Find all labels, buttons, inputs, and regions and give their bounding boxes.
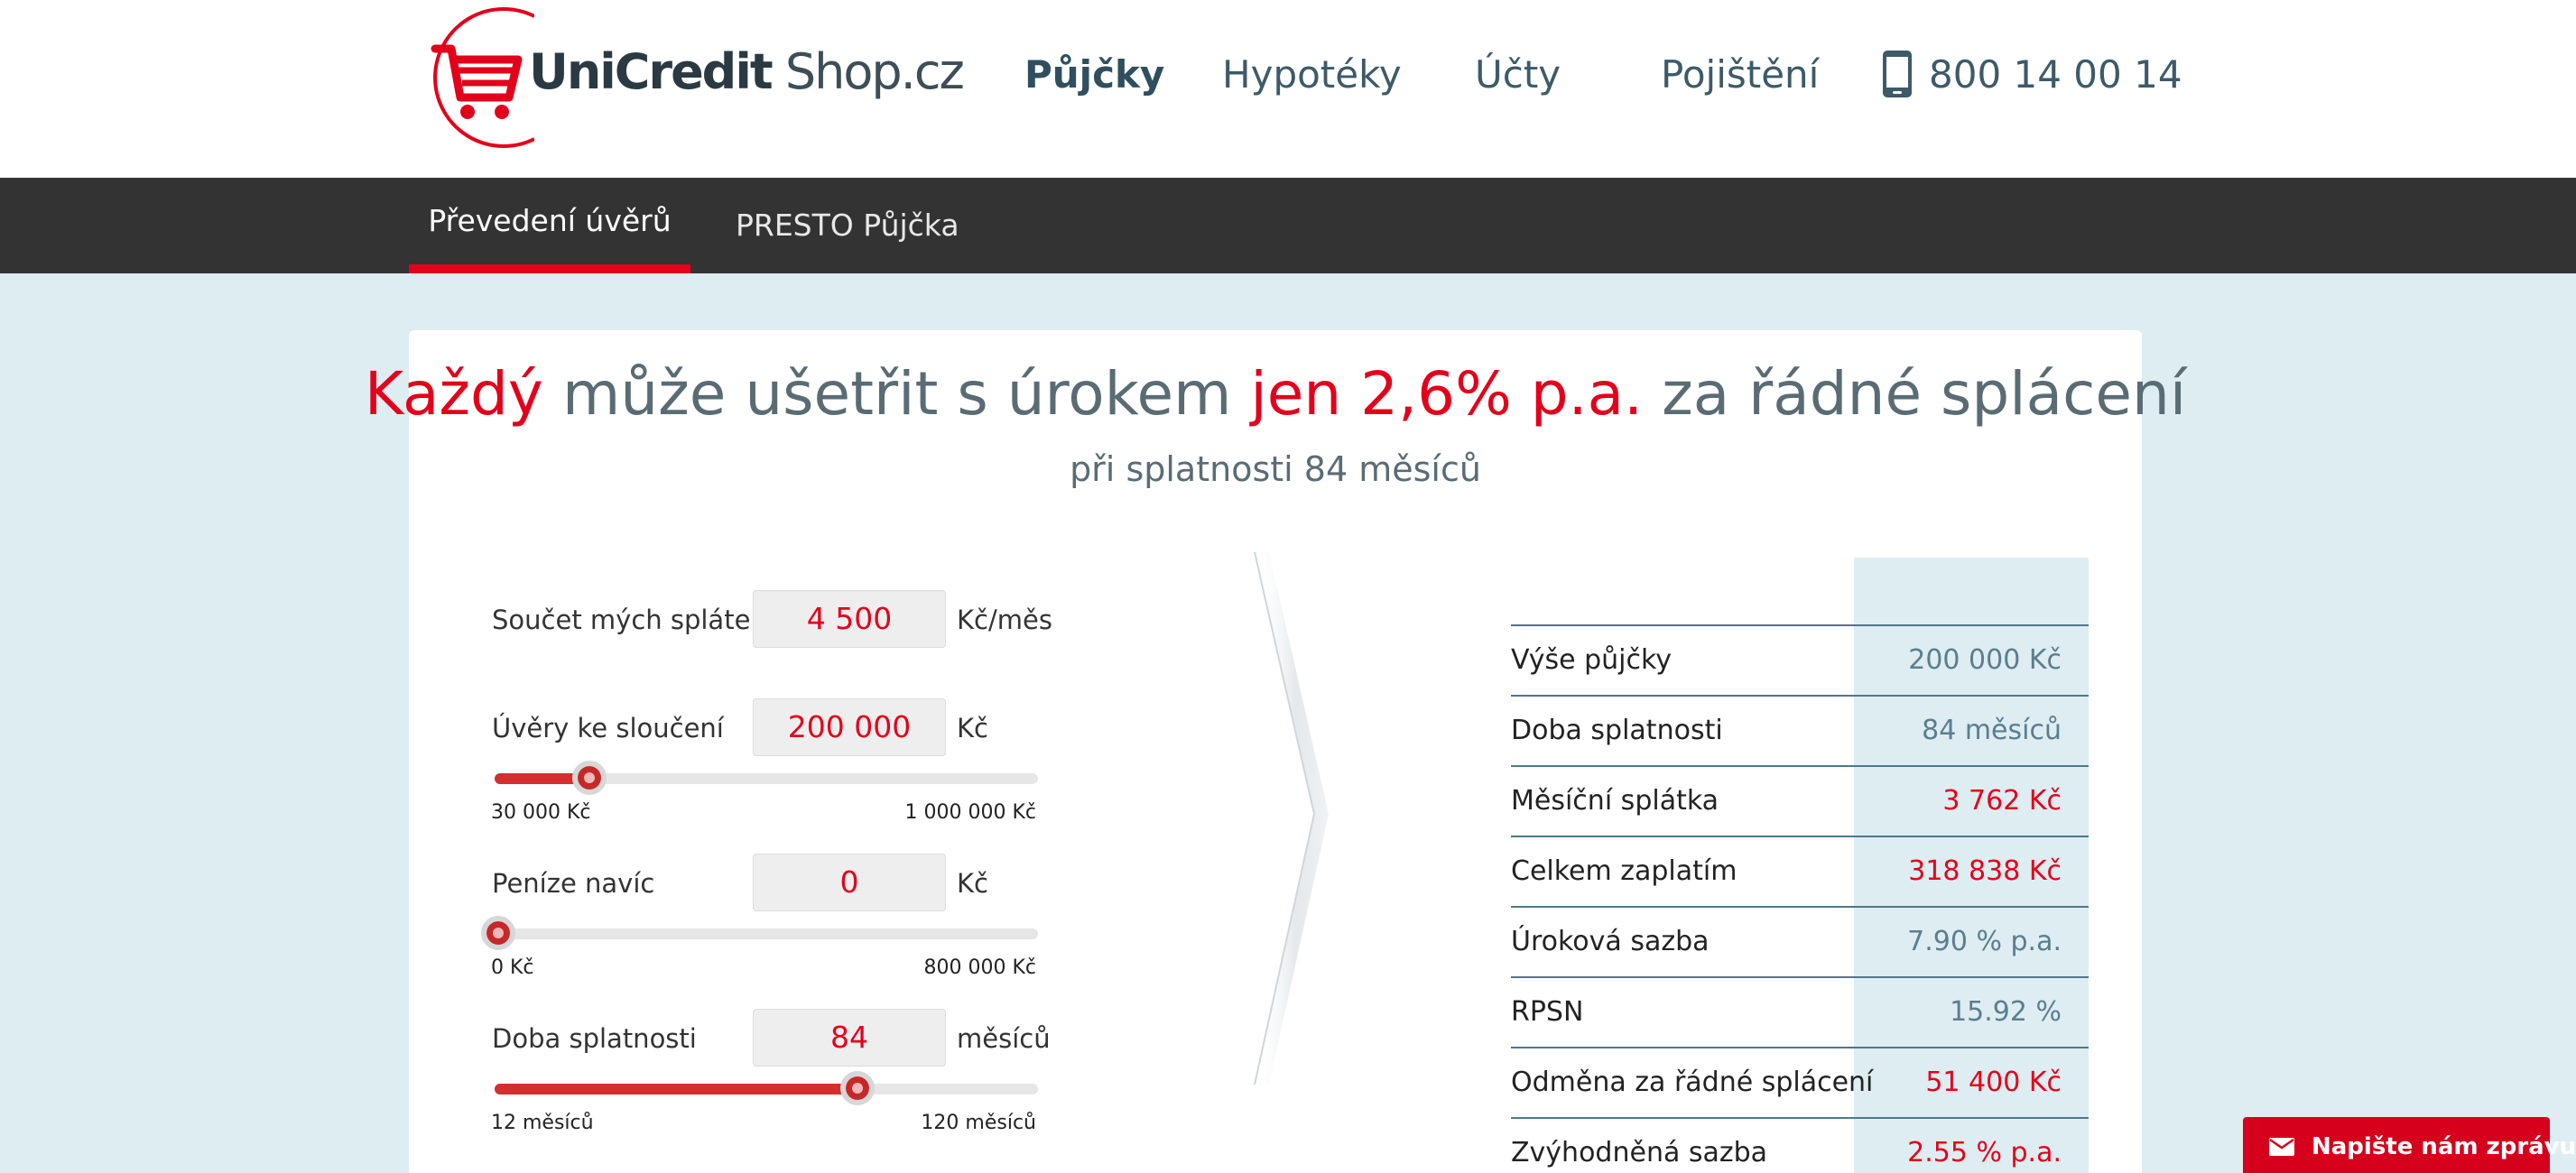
nav-ucty[interactable]: Účty [1475, 52, 1561, 97]
label-soucet-splatek: Součet mých splátek [492, 605, 766, 635]
unit-penize-navic: Kč [957, 868, 988, 899]
slider-handle[interactable] [839, 1071, 875, 1105]
results-row-divider [1511, 836, 2089, 837]
results-row-divider [1511, 765, 2089, 767]
input-penize-navic[interactable]: 0 [753, 854, 946, 911]
nav-hypoteky[interactable]: Hypotéky [1222, 52, 1402, 97]
results-row-label: Měsíční splátka [1511, 785, 1719, 817]
envelope-icon [2269, 1138, 2294, 1156]
slider-uvery-ke-slouceni[interactable] [495, 761, 1038, 795]
hero-part1: Každý [364, 359, 543, 429]
results-row-divider [1511, 624, 2089, 626]
phone-number[interactable]: 800 14 00 14 [1929, 52, 2182, 97]
slider-fill [495, 1084, 857, 1094]
results-row-value: 3 762 Kč [1942, 785, 2062, 817]
brand-name-bold: UniCredit [529, 43, 774, 100]
results-row-value: 84 měsíců [1922, 715, 2062, 746]
slider-handle[interactable] [481, 916, 515, 950]
input-uvery-ke-slouceni[interactable]: 200 000 [753, 698, 946, 756]
slider-min-label: 30 000 Kč [491, 801, 591, 824]
results-row-label: Zvýhodněná sazba [1511, 1137, 1768, 1168]
results-row-label: Celkem zaplatím [1511, 855, 1737, 887]
write-us-message-button[interactable]: Napište nám zprávu [2243, 1117, 2576, 1173]
results-row-value: 318 838 Kč [1908, 855, 2062, 887]
nav-pujcky[interactable]: Půjčky [1024, 52, 1164, 97]
results-row-label: Výše půjčky [1511, 644, 1673, 676]
input-soucet-splatek[interactable]: 4 500 [753, 590, 946, 648]
results-row-divider [1511, 1047, 2089, 1048]
results-row-label: Úroková sazba [1511, 926, 1710, 957]
hero-headline: Každý může ušetřit s úrokem jen 2,6% p.a… [0, 359, 2551, 429]
slider-min-label: 0 Kč [491, 956, 534, 979]
arrow-divider [1254, 552, 1329, 1085]
hero-part2: může ušetřit s úrokem [543, 359, 1251, 429]
tab-prevedeni-uveru[interactable]: Převedení úvěrů [409, 178, 690, 273]
results-row-value: 200 000 Kč [1908, 644, 2062, 676]
slider-penize-navic[interactable] [481, 916, 1038, 950]
hero-part4: za řádné splácení [1643, 359, 2187, 429]
results-row-label: Odměna za řádné splácení [1511, 1067, 1874, 1098]
unit-soucet-splatek: Kč/měs [957, 605, 1052, 635]
results-row-label: RPSN [1511, 996, 1584, 1028]
product-subnav: Převedení úvěrů PRESTO Půjčka [0, 178, 2576, 273]
results-row-value: 51 400 Kč [1925, 1067, 2062, 1098]
unit-doba-splatnosti: měsíců [957, 1023, 1051, 1054]
input-doba-splatnosti[interactable]: 84 [753, 1009, 946, 1067]
slider-max-label: 120 měsíců [921, 1112, 1036, 1134]
brand-name: UniCredit Shop.cz [529, 43, 965, 100]
results-row-divider [1511, 976, 2089, 978]
results-row-value: 2.55 % p.a. [1907, 1137, 2062, 1168]
slider-doba-splatnosti[interactable] [495, 1071, 1038, 1105]
site-header: UniCredit Shop.cz Půjčky Hypotéky Účty P… [0, 0, 2576, 178]
unit-uvery-ke-slouceni: Kč [957, 713, 988, 744]
results-row-value: 7.90 % p.a. [1907, 926, 2062, 957]
hero-part3: jen 2,6% p.a. [1250, 359, 1644, 429]
tab-presto-pujcka[interactable]: PRESTO Půjčka [736, 178, 959, 273]
write-us-message-label: Napište nám zprávu [2312, 1133, 2576, 1160]
unicredit-shop-logo[interactable]: UniCredit Shop.cz [408, 4, 965, 152]
results-row-label: Doba splatnosti [1511, 715, 1723, 746]
label-doba-splatnosti: Doba splatnosti [492, 1023, 697, 1054]
shopping-cart-logo-icon [431, 7, 534, 148]
results-row-value: 15.92 % [1950, 996, 2062, 1028]
hero-subtitle: při splatnosti 84 měsíců [1070, 449, 1481, 489]
nav-pojisteni[interactable]: Pojištění [1661, 52, 1819, 97]
label-uvery-ke-slouceni: Úvěry ke sloučení [492, 713, 724, 744]
mobile-phone-icon [1883, 51, 1912, 97]
results-row-divider [1511, 906, 2089, 908]
slider-min-label: 12 měsíců [491, 1112, 594, 1134]
slider-max-label: 800 000 Kč [923, 956, 1037, 979]
brand-name-regular: Shop.cz [771, 43, 965, 100]
slider-max-label: 1 000 000 Kč [904, 801, 1036, 824]
label-penize-navic: Peníze navíc [492, 868, 655, 899]
results-row-divider [1511, 1117, 2089, 1119]
results-row-divider [1511, 695, 2089, 697]
